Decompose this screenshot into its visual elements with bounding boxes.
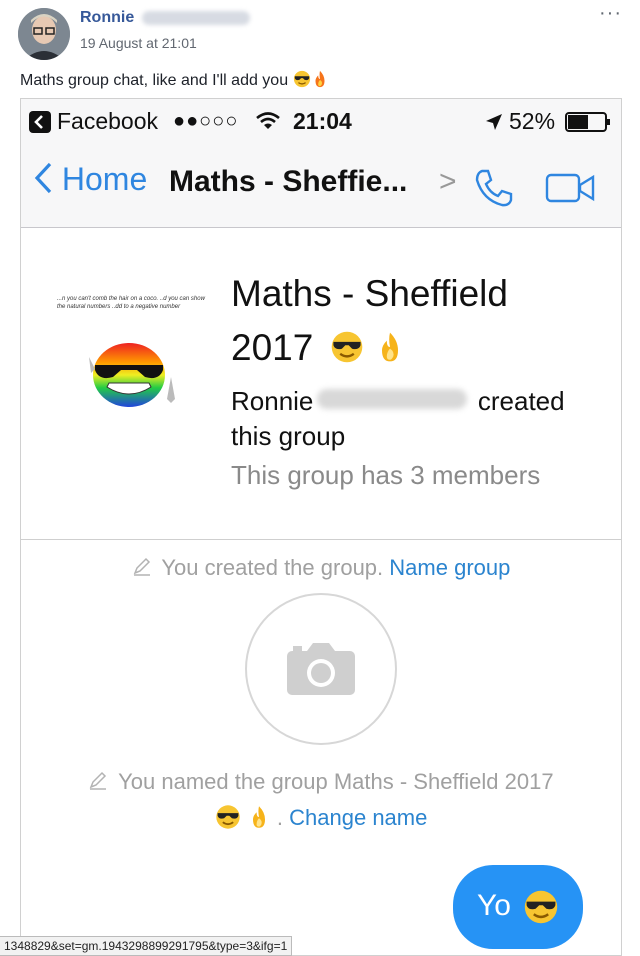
- sunglasses-emoji-icon: [524, 890, 558, 924]
- chat-title[interactable]: Maths - Sheffie...: [169, 165, 407, 199]
- video-call-icon[interactable]: [545, 171, 597, 205]
- browser-status-url: 1348829&set=gm.1943298899291795&type=3&i…: [0, 936, 293, 956]
- author-avatar[interactable]: [18, 8, 70, 60]
- divider: [21, 539, 621, 540]
- creator-first-name: Ronnie: [231, 386, 314, 416]
- battery-icon: [565, 112, 610, 132]
- sunglasses-emoji-icon: [215, 805, 240, 829]
- location-arrow-icon: [486, 114, 502, 130]
- chevron-left-icon: [34, 162, 52, 194]
- group-name-year: 2017: [231, 327, 314, 368]
- post-text: Maths group chat, like and I'll add you: [20, 70, 329, 90]
- camera-icon: [287, 643, 355, 695]
- phone-screenshot[interactable]: Facebook ●●○○○ 21:04 52% Home Maths - Sh…: [20, 98, 622, 956]
- group-named-event: You named the group Maths - Sheffield 20…: [21, 769, 621, 795]
- status-time: 21:04: [293, 108, 352, 134]
- group-member-count[interactable]: This group has 3 members: [231, 460, 540, 491]
- voice-call-icon[interactable]: [473, 167, 515, 209]
- name-group-link[interactable]: Name group: [389, 555, 510, 580]
- post-author-name[interactable]: Ronnie: [80, 9, 134, 27]
- group-named-text: You named the group Maths - Sheffield 20…: [118, 769, 554, 794]
- change-name-prefix: .: [276, 805, 284, 830]
- back-app-name: Facebook: [57, 108, 159, 134]
- creator-line-2: this group: [231, 421, 346, 451]
- message-text: Yo: [477, 889, 511, 922]
- created-word: created: [477, 386, 565, 416]
- fire-emoji-icon: [315, 70, 325, 88]
- back-to-app-icon: [29, 111, 51, 133]
- group-created-event: You created the group. Name group: [21, 555, 621, 581]
- chevron-right-icon[interactable]: >: [439, 165, 457, 199]
- chat-navigation-bar: Home Maths - Sheffie... >: [21, 145, 621, 228]
- avatar-photo: [18, 8, 70, 60]
- change-name-link[interactable]: Change name: [289, 805, 427, 830]
- group-name-heading: Maths - Sheffield 2017: [231, 267, 508, 375]
- sunglasses-emoji-icon: [293, 70, 310, 88]
- creator-surname-redacted: [317, 389, 467, 409]
- change-name-row: . Change name: [21, 804, 621, 831]
- wifi-icon: [256, 112, 280, 129]
- group-photo-placeholder[interactable]: [245, 593, 397, 745]
- group-avatar-image[interactable]: [75, 329, 195, 419]
- sent-message-bubble[interactable]: Yo: [453, 865, 583, 949]
- group-avatar-caption: ...n you can't comb the hair on a coco. …: [57, 296, 205, 310]
- fire-emoji-icon: [252, 806, 265, 828]
- author-surname-redacted: [142, 11, 250, 25]
- post-timestamp[interactable]: 19 August at 21:01: [80, 35, 197, 51]
- home-back-button[interactable]: Home: [33, 161, 147, 198]
- fire-emoji-icon: [381, 332, 398, 362]
- battery-percent: 52%: [509, 108, 556, 134]
- home-back-label: Home: [61, 161, 148, 197]
- pencil-icon: [90, 771, 107, 790]
- group-created-text: You created the group.: [161, 555, 384, 580]
- group-name-line-1: Maths - Sheffield: [231, 273, 508, 314]
- sunglasses-emoji-icon: [331, 331, 362, 363]
- post-text-content: Maths group chat, like and I'll add you: [20, 72, 289, 89]
- post-options-button[interactable]: ···: [599, 2, 622, 25]
- pencil-icon: [133, 557, 150, 576]
- group-name-line-2: 2017: [231, 321, 508, 375]
- signal-strength: ●●○○○: [173, 110, 239, 132]
- ios-status-bar: Facebook ●●○○○ 21:04 52%: [21, 99, 621, 145]
